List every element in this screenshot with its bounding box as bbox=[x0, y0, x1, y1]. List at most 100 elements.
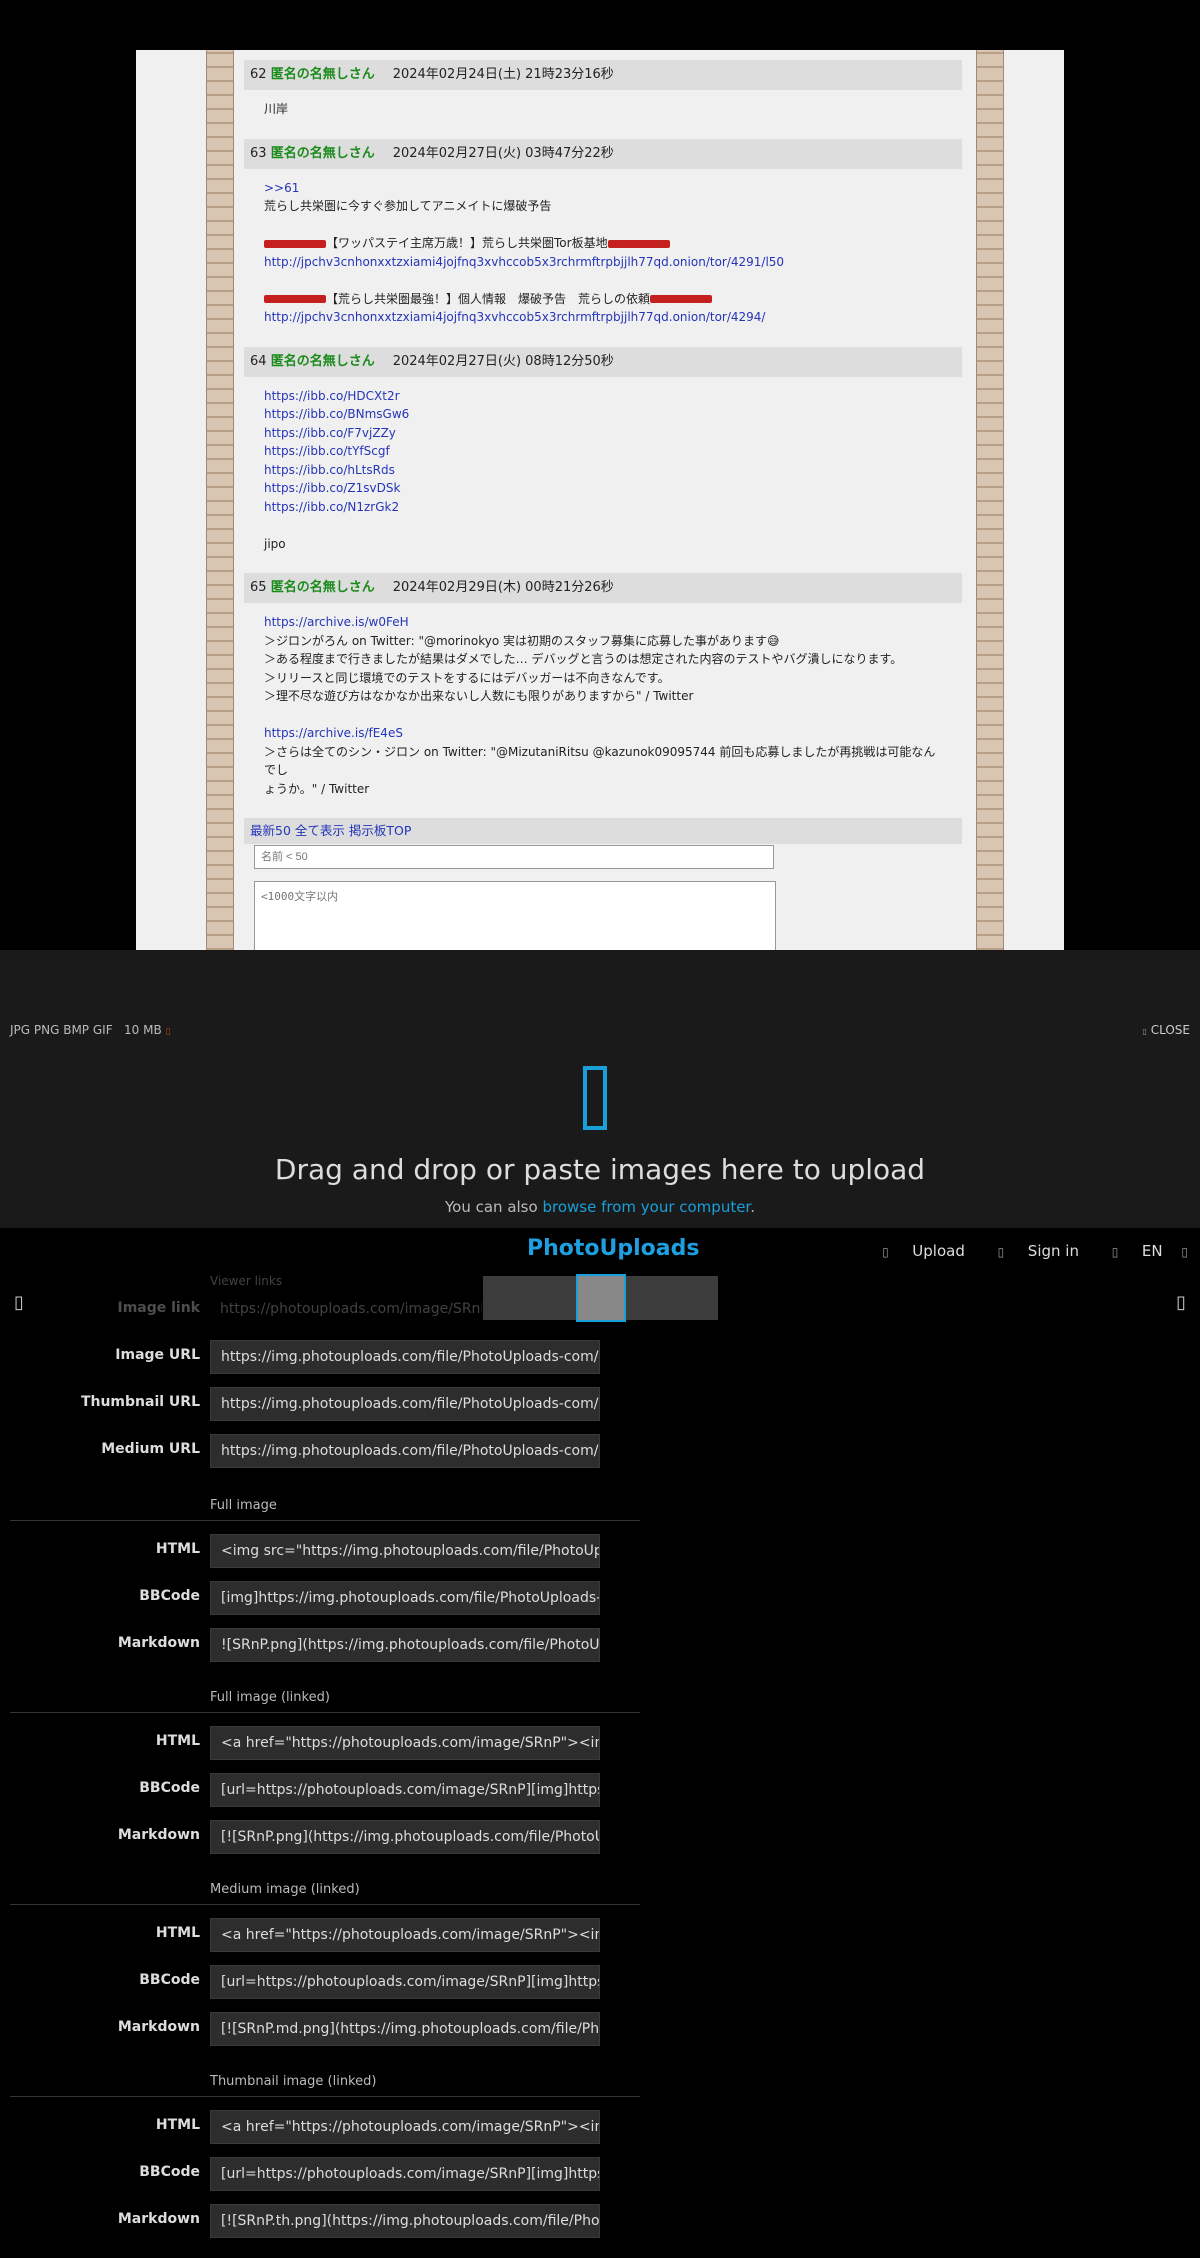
embed-code-field[interactable]: [![SRnP.png](https://img.photouploads.co… bbox=[210, 1820, 600, 1854]
embed-code-label: HTML bbox=[155, 1541, 200, 1557]
post-text-line: jipo bbox=[264, 535, 942, 554]
forum-post: 62 匿名の名無しさん 2024年02月24日(土) 21時23分16秒 川岸 bbox=[244, 60, 962, 133]
site-logo[interactable]: PhotoUploads bbox=[527, 1236, 700, 1261]
embed-code-label: HTML bbox=[155, 2117, 200, 2133]
upload-formats-list: JPG PNG BMP GIF bbox=[10, 1023, 113, 1037]
upload-sub-prefix: You can also bbox=[444, 1198, 538, 1216]
upload-menu-label: Upload bbox=[912, 1242, 965, 1260]
post-text-line bbox=[264, 706, 942, 725]
post-line-text: http://jpchv3cnhonxxtzxiami4jojfnq3xvhcc… bbox=[264, 254, 785, 269]
embed-code-field[interactable]: [url=https://photouploads.com/image/SRnP… bbox=[210, 2157, 600, 2191]
post-line-text bbox=[264, 518, 268, 532]
embed-code-field[interactable]: [url=https://photouploads.com/image/SRnP… bbox=[210, 1773, 600, 1807]
post-text-line bbox=[264, 271, 942, 290]
forum-post-body: 川岸 bbox=[244, 90, 962, 133]
post-link[interactable]: https://ibb.co/F7vjZZy bbox=[264, 424, 942, 443]
post-link[interactable]: https://ibb.co/tYfScgf bbox=[264, 442, 942, 461]
post-link[interactable]: http://jpchv3cnhonxxtzxiami4jojfnq3xvhcc… bbox=[264, 308, 942, 327]
post-link[interactable]: https://ibb.co/Z1svDSk bbox=[264, 479, 942, 498]
post-link[interactable]: https://archive.is/fE4eS bbox=[264, 724, 942, 743]
post-line-text: https://ibb.co/F7vjZZy bbox=[264, 425, 396, 440]
section-title: Medium image (linked) bbox=[210, 1882, 360, 1897]
signin-menu-button[interactable]: ▯ Sign in bbox=[984, 1242, 1079, 1260]
post-number: 62 bbox=[250, 67, 267, 82]
post-text-line: 【荒らし共栄圏最強！】個人情報 爆破予告 荒らしの依頼 bbox=[264, 290, 942, 309]
post-link[interactable]: https://archive.is/w0FeH bbox=[264, 613, 942, 632]
post-text-line: ＞リリースと同じ環境でのテストをするにはデバッガーは不向きなんです。 bbox=[264, 669, 942, 688]
browse-computer-link[interactable]: browse from your computer bbox=[542, 1198, 750, 1216]
medium-url-field[interactable]: https://img.photouploads.com/file/PhotoU… bbox=[210, 1434, 600, 1468]
embed-code-field[interactable]: <img src="https://img.photouploads.com/f… bbox=[210, 1534, 600, 1568]
post-text-line bbox=[264, 516, 942, 535]
thumbnail-url-label: Thumbnail URL bbox=[80, 1394, 200, 1410]
language-menu-button[interactable]: ▯ EN bbox=[1098, 1242, 1163, 1260]
forum-nav-link[interactable]: 最新50 bbox=[250, 823, 291, 838]
post-link[interactable]: https://ibb.co/BNmsGw6 bbox=[264, 405, 942, 424]
post-line-text: 【ワッパステイ主席万歳！】荒らし共栄圏Tor板基地 bbox=[326, 236, 608, 250]
post-line-text: ＞理不尽な遊び方はなかなか出来ないし人数にも限りがありますから" / Twitt… bbox=[264, 689, 694, 703]
thumbnail-url-field[interactable]: https://img.photouploads.com/file/PhotoU… bbox=[210, 1387, 600, 1421]
viewer-links-label: Viewer links bbox=[210, 1274, 283, 1288]
forum-nav-link[interactable]: 全て表示 bbox=[295, 823, 345, 838]
embed-code-field[interactable]: [![SRnP.th.png](https://img.photouploads… bbox=[210, 2204, 600, 2238]
info-icon: ▯ bbox=[165, 1027, 171, 1037]
embed-code-label: BBCode bbox=[139, 1780, 200, 1796]
post-link[interactable]: https://ibb.co/N1zrGk2 bbox=[264, 498, 942, 517]
post-text-line: ＞ある程度まで行きましたが結果はダメでした… デバッグと言うのは想定された内容の… bbox=[264, 650, 942, 669]
post-number: 63 bbox=[250, 145, 267, 161]
forum-nav-link[interactable]: 掲示板TOP bbox=[349, 823, 412, 838]
forum-post: 63 匿名の名無しさん 2024年02月27日(火) 03時47分22秒 >>61 荒… bbox=[244, 138, 962, 341]
post-line-text: https://ibb.co/Z1svDSk bbox=[264, 481, 401, 495]
post-author: 匿名の名無しさん bbox=[270, 580, 375, 595]
section-divider bbox=[10, 2096, 640, 2097]
signin-menu-label: Sign in bbox=[1027, 1242, 1079, 1260]
post-link[interactable]: https://ibb.co/hLtsRds bbox=[264, 461, 942, 480]
close-upload-button[interactable]: ▯ CLOSE bbox=[1142, 1023, 1190, 1037]
embed-code-label: HTML bbox=[155, 1733, 200, 1749]
embed-code-label: BBCode bbox=[139, 1588, 200, 1604]
post-line-text bbox=[264, 218, 268, 232]
post-text-line: ＞さらは全てのシン・ジロン on Twitter: "@MizutaniRits… bbox=[264, 743, 942, 780]
forum-body-input[interactable] bbox=[254, 881, 776, 950]
post-date: 2024年02月27日(火) 08時12分50秒 bbox=[392, 353, 614, 369]
section-divider bbox=[10, 1520, 640, 1521]
red-banner-decoration bbox=[650, 295, 713, 303]
post-date: 2024年02月24日(土) 21時23分16秒 bbox=[392, 67, 614, 82]
post-line-text: https://ibb.co/hLtsRds bbox=[264, 462, 395, 477]
embed-code-field[interactable]: ![SRnP.png](https://img.photouploads.com… bbox=[210, 1628, 600, 1662]
post-text-line: ＞理不尽な遊び方はなかなか出来ないし人数にも限りがありますから" / Twitt… bbox=[264, 687, 942, 706]
embed-code-field[interactable]: [img]https://img.photouploads.com/file/P… bbox=[210, 1581, 600, 1615]
image-link-field[interactable]: https://photouploads.com/image/SRnP bbox=[210, 1293, 482, 1327]
embed-code-label: Markdown bbox=[117, 1827, 200, 1843]
post-line-text bbox=[264, 273, 268, 287]
post-line-text: ＞ジロンがろん on Twitter: "@morinokyo 実は初期のスタッ… bbox=[264, 633, 780, 648]
medium-url-label: Medium URL bbox=[101, 1441, 200, 1457]
next-image-arrow-icon[interactable]: ▯ bbox=[1176, 1292, 1186, 1313]
post-link[interactable]: https://ibb.co/HDCXt2r bbox=[264, 387, 942, 406]
header-menu: ▯ Upload ▯ Sign in ▯ EN ▯ bbox=[854, 1242, 1188, 1260]
post-link[interactable]: >>61 bbox=[264, 179, 942, 198]
post-line-text: http://jpchv3cnhonxxtzxiami4jojfnq3xvhcc… bbox=[264, 310, 766, 324]
embed-code-field[interactable]: <a href="https://photouploads.com/image/… bbox=[210, 1918, 600, 1952]
user-icon: ▯ bbox=[997, 1245, 1005, 1259]
upload-formats: JPG PNG BMP GIF 10 MB ▯ bbox=[10, 1023, 171, 1037]
post-line-text: >>61 bbox=[264, 180, 300, 195]
image-url-field[interactable]: https://img.photouploads.com/file/PhotoU… bbox=[210, 1340, 600, 1374]
upload-menu-button[interactable]: ▯ Upload bbox=[868, 1242, 965, 1260]
post-line-text: ＞リリースと同じ環境でのテストをするにはデバッガーは不向きなんです。 bbox=[264, 670, 670, 685]
embed-code-field[interactable]: [url=https://photouploads.com/image/SRnP… bbox=[210, 1965, 600, 1999]
post-text-line: 【ワッパステイ主席万歳！】荒らし共栄圏Tor板基地 bbox=[264, 234, 942, 253]
embed-code-field[interactable]: <a href="https://photouploads.com/image/… bbox=[210, 2110, 600, 2144]
search-icon[interactable]: ▯ bbox=[1181, 1245, 1188, 1259]
uploaded-screenshot-preview: 62 匿名の名無しさん 2024年02月24日(土) 21時23分16秒川岸 63 … bbox=[136, 50, 1064, 950]
post-date: 2024年02月29日(木) 00時21分26秒 bbox=[392, 580, 614, 595]
embed-code-field[interactable]: <a href="https://photouploads.com/image/… bbox=[210, 1726, 600, 1760]
section-title: Full image (linked) bbox=[210, 1690, 330, 1705]
image-url-label: Image URL bbox=[115, 1347, 200, 1363]
forum-name-input[interactable] bbox=[254, 845, 774, 869]
section-title: Full image bbox=[210, 1498, 277, 1513]
embed-code-field[interactable]: [![SRnP.md.png](https://img.photouploads… bbox=[210, 2012, 600, 2046]
globe-icon: ▯ bbox=[1111, 1245, 1119, 1259]
upload-title: Drag and drop or paste images here to up… bbox=[274, 1153, 926, 1186]
post-link[interactable]: http://jpchv3cnhonxxtzxiami4jojfnq3xvhcc… bbox=[264, 253, 942, 272]
